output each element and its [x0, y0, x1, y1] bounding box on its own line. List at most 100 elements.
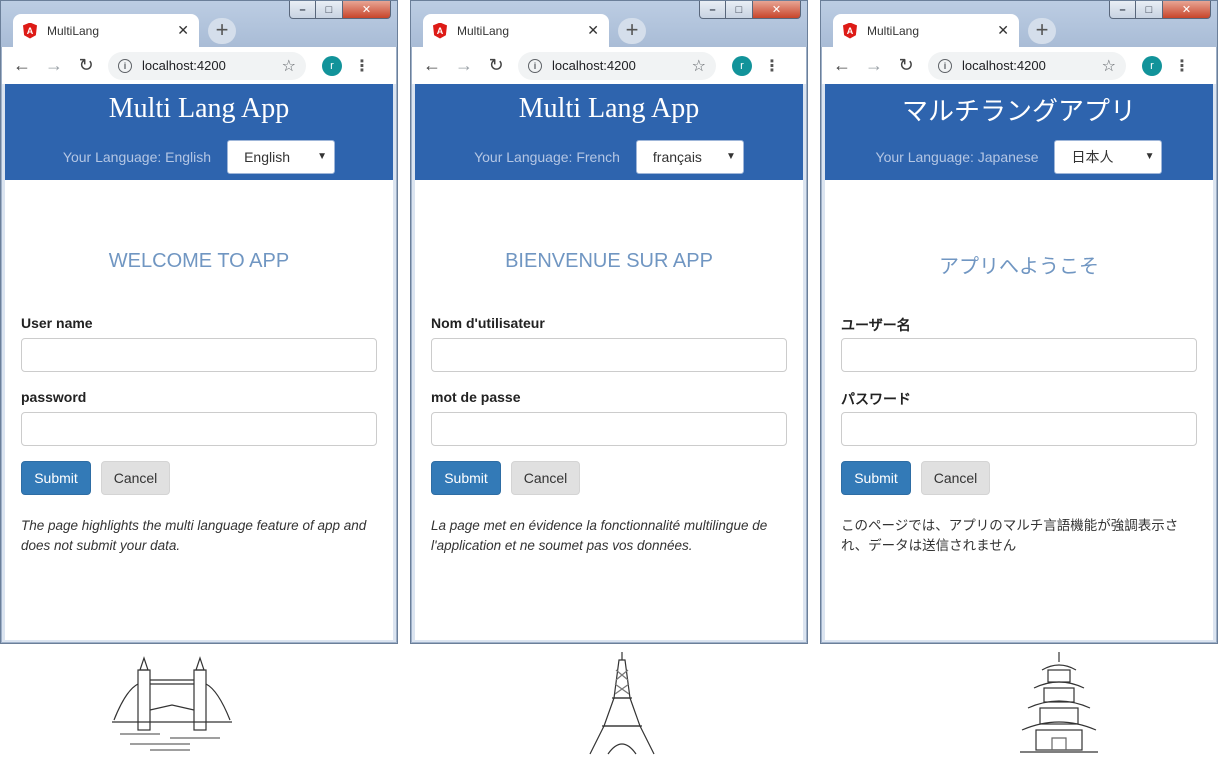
close-window-button[interactable]: ✕: [343, 1, 391, 19]
username-input[interactable]: [21, 338, 377, 372]
url-text: localhost:4200: [142, 58, 226, 73]
chevron-down-icon: ▼: [726, 151, 736, 162]
angular-logo-icon: A: [23, 22, 37, 39]
menu-kebab-icon[interactable]: ⋮: [764, 56, 780, 76]
title-bar: – □ ✕ A MultiLang ✕ +: [821, 1, 1217, 47]
submit-button[interactable]: Submit: [21, 461, 91, 495]
back-icon[interactable]: ←: [420, 55, 444, 76]
language-select[interactable]: français ▼: [635, 140, 744, 174]
bookmark-star-icon[interactable]: ☆: [692, 56, 706, 76]
browser-tab[interactable]: A MultiLang ✕: [13, 14, 199, 47]
app-header: Multi Lang App Your Language: French fra…: [415, 84, 803, 180]
forward-icon[interactable]: →: [452, 55, 476, 76]
eiffel-tower-icon: [589, 652, 655, 755]
page-viewport: マルチラングアプリ Your Language: Japanese 日本人 ▼ …: [825, 84, 1213, 640]
maximize-button[interactable]: □: [1136, 1, 1163, 19]
address-bar[interactable]: i localhost:4200 ☆: [108, 51, 306, 80]
window-controls: – □ ✕: [289, 1, 391, 19]
browser-toolbar: ← → ↻ i localhost:4200 ☆ r ⋮: [412, 47, 806, 84]
browser-toolbar: ← → ↻ i localhost:4200 ☆ r ⋮: [2, 47, 396, 84]
menu-kebab-icon[interactable]: ⋮: [1174, 56, 1190, 76]
language-label: Your Language: French: [474, 149, 620, 165]
cancel-button[interactable]: Cancel: [101, 461, 170, 495]
language-label: Your Language: Japanese: [875, 149, 1039, 165]
maximize-button[interactable]: □: [316, 1, 343, 19]
address-bar[interactable]: i localhost:4200 ☆: [518, 51, 716, 80]
browser-tab[interactable]: A MultiLang ✕: [833, 14, 1019, 47]
language-selected-value: English: [244, 149, 290, 165]
welcome-heading: WELCOME TO APP: [108, 250, 290, 272]
address-bar[interactable]: i localhost:4200 ☆: [928, 51, 1126, 80]
back-icon[interactable]: ←: [10, 55, 34, 76]
language-row: Your Language: Japanese 日本人 ▼: [825, 140, 1213, 174]
username-label: ユーザー名: [841, 317, 911, 333]
language-row: Your Language: French français ▼: [415, 140, 803, 174]
forward-icon[interactable]: →: [862, 55, 886, 76]
tab-close-icon[interactable]: ✕: [177, 22, 189, 39]
window-controls: – □ ✕: [699, 1, 801, 19]
reload-icon[interactable]: ↻: [74, 55, 98, 76]
new-tab-button[interactable]: +: [618, 18, 646, 44]
maximize-button[interactable]: □: [726, 1, 753, 19]
cancel-button[interactable]: Cancel: [921, 461, 990, 495]
close-window-button[interactable]: ✕: [753, 1, 801, 19]
angular-logo-icon: A: [843, 22, 857, 39]
username-label: User name: [21, 315, 93, 331]
reload-icon[interactable]: ↻: [894, 55, 918, 76]
browser-window-english: – □ ✕ A MultiLang ✕ + ← → ↻ i localhost:…: [0, 0, 398, 644]
site-info-icon[interactable]: i: [528, 58, 542, 73]
tab-close-icon[interactable]: ✕: [997, 22, 1009, 39]
new-tab-button[interactable]: +: [208, 18, 236, 44]
profile-avatar[interactable]: r: [732, 55, 752, 76]
bookmark-star-icon[interactable]: ☆: [1102, 56, 1116, 76]
tab-title: MultiLang: [867, 23, 920, 38]
password-label: password: [21, 389, 87, 405]
password-label: mot de passe: [431, 389, 521, 405]
welcome-heading: アプリへようこそ: [939, 256, 1099, 278]
username-label: Nom d'utilisateur: [431, 315, 545, 331]
chevron-down-icon: ▼: [1144, 151, 1155, 162]
submit-button[interactable]: Submit: [431, 461, 501, 495]
bookmark-star-icon[interactable]: ☆: [282, 56, 296, 76]
password-label: パスワード: [841, 391, 911, 407]
browser-window-japanese: – □ ✕ A MultiLang ✕ + ← → ↻ i localhost:…: [820, 0, 1218, 644]
submit-button[interactable]: Submit: [841, 461, 911, 495]
site-info-icon[interactable]: i: [118, 58, 132, 73]
minimize-button[interactable]: –: [699, 1, 726, 19]
forward-icon[interactable]: →: [42, 55, 66, 76]
new-tab-button[interactable]: +: [1028, 18, 1056, 44]
info-note: La page met en évidence la fonctionnalit…: [431, 518, 768, 553]
back-icon[interactable]: ←: [830, 55, 854, 76]
password-input[interactable]: [431, 412, 787, 446]
info-note: The page highlights the multi language f…: [21, 518, 367, 553]
profile-avatar[interactable]: r: [1142, 55, 1162, 76]
password-input[interactable]: [841, 412, 1197, 446]
language-label: Your Language: English: [62, 149, 212, 165]
browser-tab[interactable]: A MultiLang ✕: [423, 14, 609, 47]
title-bar: – □ ✕ A MultiLang ✕ +: [411, 1, 807, 47]
tab-title: MultiLang: [457, 23, 510, 38]
minimize-button[interactable]: –: [1109, 1, 1136, 19]
cancel-button[interactable]: Cancel: [511, 461, 580, 495]
app-title: マルチラングアプリ: [901, 97, 1136, 127]
angular-logo-icon: A: [433, 22, 447, 39]
profile-avatar[interactable]: r: [322, 55, 342, 76]
menu-kebab-icon[interactable]: ⋮: [354, 56, 370, 76]
language-select[interactable]: English ▼: [227, 140, 336, 174]
info-note: このページでは、アプリのマルチ言語機能が強調表示され、データは送信されません: [841, 518, 1179, 553]
welcome-heading: BIENVENUE SUR APP: [505, 250, 713, 272]
pagoda-icon: [1020, 652, 1098, 753]
username-input[interactable]: [431, 338, 787, 372]
username-input[interactable]: [841, 338, 1197, 372]
tower-bridge-icon: [112, 656, 232, 751]
language-select[interactable]: 日本人 ▼: [1054, 140, 1163, 174]
language-selected-value: 日本人: [1071, 149, 1114, 165]
close-window-button[interactable]: ✕: [1163, 1, 1211, 19]
url-text: localhost:4200: [962, 58, 1046, 73]
minimize-button[interactable]: –: [289, 1, 316, 19]
tab-close-icon[interactable]: ✕: [587, 22, 599, 39]
site-info-icon[interactable]: i: [938, 58, 952, 73]
reload-icon[interactable]: ↻: [484, 55, 508, 76]
app-header: マルチラングアプリ Your Language: Japanese 日本人 ▼: [825, 84, 1213, 180]
password-input[interactable]: [21, 412, 377, 446]
